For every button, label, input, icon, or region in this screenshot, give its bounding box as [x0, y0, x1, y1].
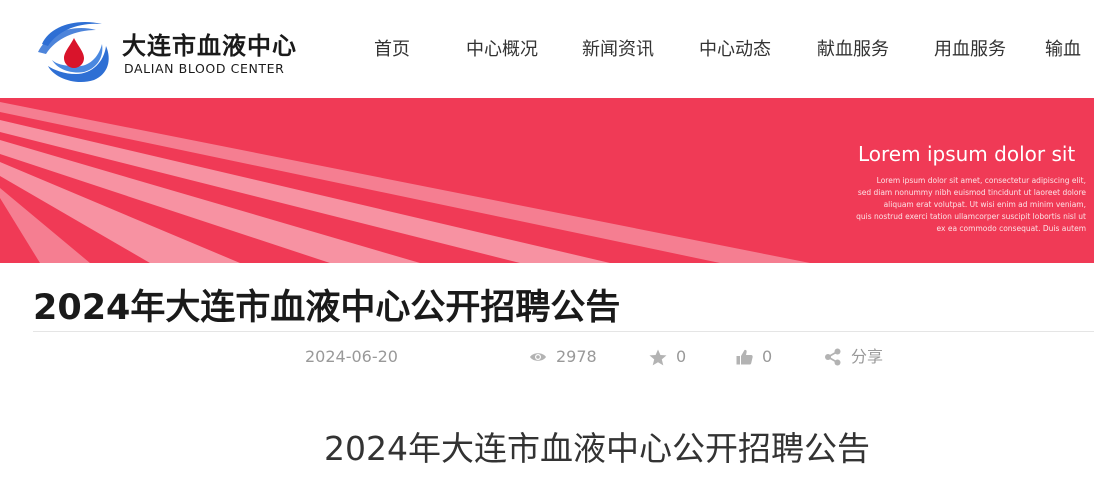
view-count: 2978: [529, 343, 597, 371]
page-banner: Lorem ipsum dolor sit Lorem ipsum dolor …: [0, 98, 1094, 263]
nav-item-center-updates[interactable]: 中心动态: [676, 30, 794, 70]
blood-drop-hands-logo-icon: [38, 22, 109, 83]
banner-subtext: Lorem ipsum dolor sit amet, consectetur …: [826, 175, 1094, 235]
favorite-count: 0: [676, 347, 687, 366]
nav-item-home[interactable]: 首页: [340, 30, 444, 70]
content-heading: 2024年大连市血液中心公开招聘公告: [324, 429, 870, 468]
share-icon: [825, 348, 841, 366]
article-meta: 2024-06-20 2978 0 0 分享: [0, 343, 1094, 371]
publish-date-value: 2024-06-20: [305, 347, 398, 366]
article-title: 2024年大连市血液中心公开招聘公告: [33, 288, 621, 328]
like-count: 0: [762, 347, 773, 366]
nav-item-transfusion-services[interactable]: 用血服务: [912, 30, 1028, 70]
favorite-button[interactable]: 0: [649, 343, 686, 371]
banner-subtext-line: ex ea commodo consequat. Duis autem: [936, 224, 1086, 233]
site-header: 大连市血液中心 DALIAN BLOOD CENTER 首页 中心概况 新闻资讯…: [0, 0, 1094, 98]
publish-date: 2024-06-20: [305, 343, 398, 371]
main-nav: 首页 中心概况 新闻资讯 中心动态 献血服务 用血服务 输血: [340, 30, 1094, 70]
banner-headline: Lorem ipsum dolor sit: [858, 142, 1076, 166]
banner-subtext-line: quis nostrud exerci tation ullamcorper s…: [856, 212, 1086, 221]
share-label: 分享: [851, 347, 884, 366]
nav-item-donation-services[interactable]: 献血服务: [794, 30, 912, 70]
title-divider: [33, 331, 1094, 332]
site-logo[interactable]: 大连市血液中心 DALIAN BLOOD CENTER: [36, 16, 306, 86]
logo-name-cn: 大连市血液中心: [122, 32, 297, 60]
banner-subtext-line: Lorem ipsum dolor sit amet, consectetur …: [876, 176, 1086, 185]
nav-item-news[interactable]: 新闻资讯: [560, 30, 676, 70]
banner-subtext-line: aliquam erat volutpat. Ut wisi enim ad m…: [883, 200, 1086, 209]
star-icon: [649, 349, 667, 365]
share-button[interactable]: 分享: [824, 343, 883, 371]
like-button[interactable]: 0: [736, 343, 772, 371]
nav-item-transfusion[interactable]: 输血: [1028, 30, 1094, 70]
logo-name-en: DALIAN BLOOD CENTER: [124, 61, 285, 76]
nav-item-overview[interactable]: 中心概况: [444, 30, 560, 70]
thumbs-up-icon: [736, 349, 753, 365]
view-count-value: 2978: [556, 347, 597, 366]
eye-icon: [530, 353, 546, 361]
banner-subtext-line: sed diam nonummy nibh euismod tincidunt …: [857, 188, 1086, 197]
